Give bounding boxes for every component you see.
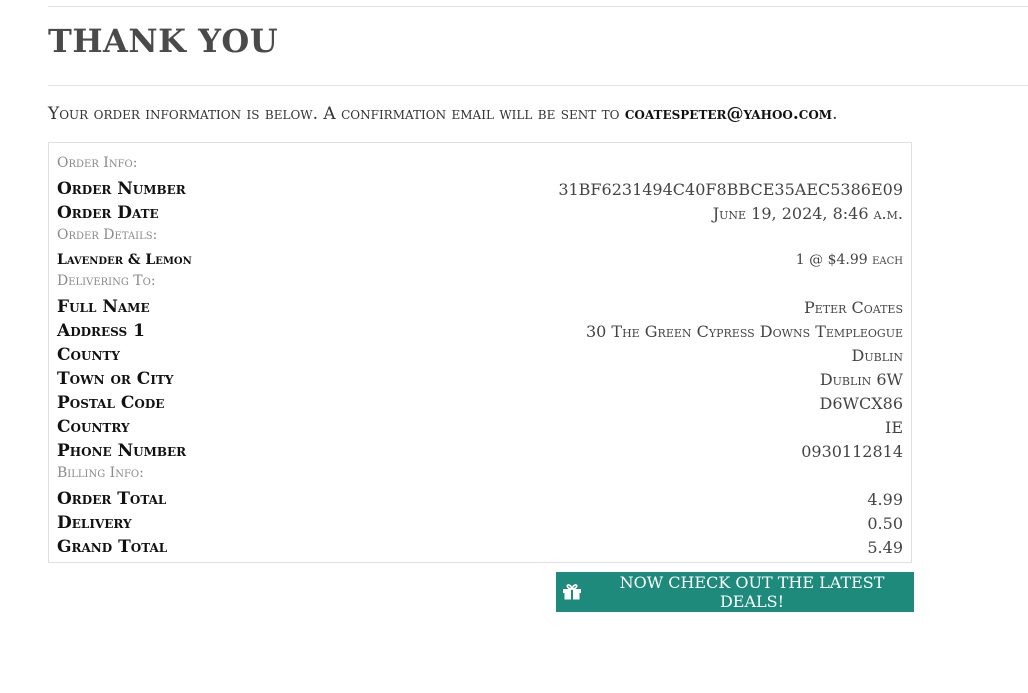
- country-value: IE: [885, 417, 903, 437]
- delivery-value: 0.50: [867, 513, 903, 533]
- phone-value: 0930112814: [801, 441, 903, 461]
- order-number-key: Order Number: [57, 179, 186, 199]
- title-divider: [48, 85, 1028, 86]
- confirmation-email: coatespeter@yahoo.com: [624, 104, 833, 124]
- page-title: THANK YOU: [48, 22, 279, 60]
- order-date-value: June 19, 2024, 8:46 a.m.: [712, 203, 903, 223]
- country-row: Country IE: [57, 415, 903, 439]
- latest-deals-label: NOW CHECK OUT THE LATEST DEALS!: [619, 573, 885, 611]
- order-item-quantity: 1 @ $4.99 each: [795, 252, 903, 268]
- county-row: County Dublin: [57, 343, 903, 367]
- gift-icon: [562, 584, 582, 600]
- full-name-key: Full Name: [57, 297, 150, 317]
- order-total-key: Order Total: [57, 489, 167, 509]
- full-name-value: Peter Coates: [803, 297, 903, 317]
- postal-code-row: Postal Code D6WCX86: [57, 391, 903, 415]
- phone-row: Phone Number 0930112814: [57, 439, 903, 463]
- intro-message: Your order information is below. A confi…: [48, 104, 625, 124]
- order-date-row: Order Date June 19, 2024, 8:46 a.m.: [57, 201, 903, 225]
- intro-text: Your order information is below. A confi…: [48, 104, 837, 124]
- billing-info-label: Billing Info:: [57, 465, 144, 481]
- address-key: Address 1: [57, 321, 145, 341]
- intro-period: .: [832, 104, 838, 124]
- postal-code-key: Postal Code: [57, 393, 165, 413]
- delivery-row: Delivery 0.50: [57, 511, 903, 535]
- town-row: Town or City Dublin 6W: [57, 367, 903, 391]
- order-item-name: Lavender & Lemon: [57, 252, 192, 268]
- town-value: Dublin 6W: [819, 369, 903, 389]
- order-item-row: Lavender & Lemon 1 @ $4.99 each: [57, 249, 903, 271]
- order-number-row: Order Number 31BF6231494C40F8BBCE35AEC53…: [57, 177, 903, 201]
- grand-total-row: Grand Total 5.49: [57, 535, 903, 559]
- county-value: Dublin: [851, 345, 903, 365]
- delivering-to-label: Delivering To:: [57, 273, 156, 289]
- order-info-label: Order Info:: [57, 155, 138, 171]
- order-details-label: Order Details:: [57, 227, 158, 243]
- address-row: Address 1 30 The Green Cypress Downs Tem…: [57, 319, 903, 343]
- phone-key: Phone Number: [57, 441, 187, 461]
- county-key: County: [57, 345, 120, 365]
- order-date-key: Order Date: [57, 203, 159, 223]
- grand-total-key: Grand Total: [57, 537, 168, 557]
- postal-code-value: D6WCX86: [819, 393, 903, 413]
- country-key: Country: [57, 417, 130, 437]
- delivery-key: Delivery: [57, 513, 132, 533]
- grand-total-value: 5.49: [867, 537, 903, 557]
- full-name-row: Full Name Peter Coates: [57, 295, 903, 319]
- order-total-row: Order Total 4.99: [57, 487, 903, 511]
- latest-deals-button[interactable]: NOW CHECK OUT THE LATEST DEALS!: [556, 572, 914, 612]
- address-value: 30 The Green Cypress Downs Templeogue: [585, 321, 903, 341]
- order-summary-box: Order Info: Order Number 31BF6231494C40F…: [48, 142, 912, 563]
- top-divider: [48, 6, 1028, 7]
- order-total-value: 4.99: [867, 489, 903, 509]
- town-key: Town or City: [57, 369, 174, 389]
- order-number-value: 31BF6231494C40F8BBCE35AEC5386E09: [558, 179, 903, 199]
